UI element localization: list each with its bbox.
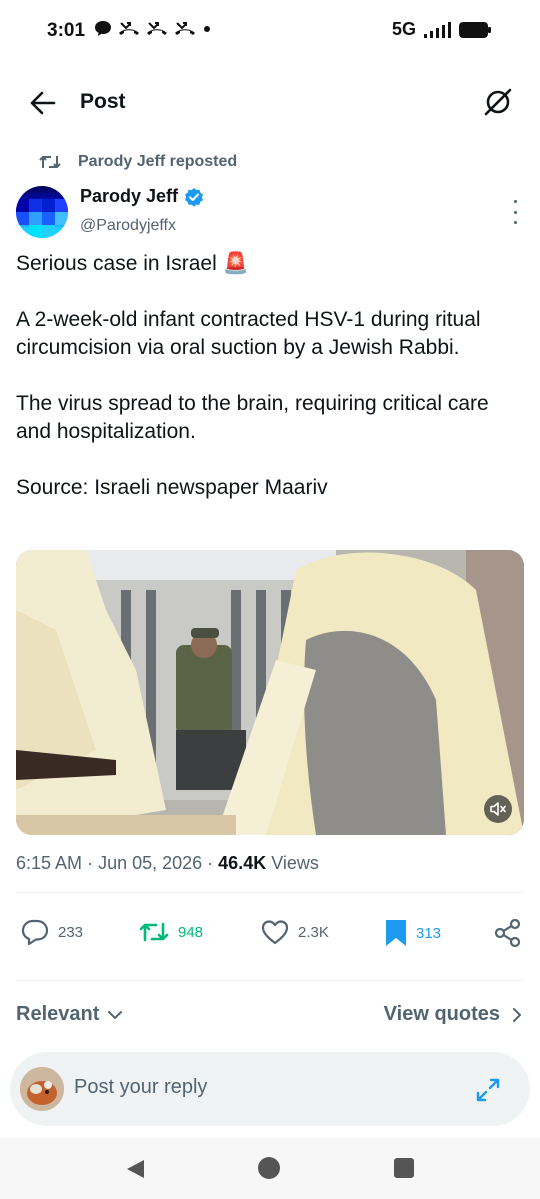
post-header: Post — [0, 72, 540, 134]
bookmark-button[interactable]: 313 — [384, 918, 441, 948]
divider — [16, 892, 524, 893]
repost-icon — [139, 922, 169, 942]
bookmark-icon — [386, 920, 406, 946]
chevron-right-icon — [513, 1007, 521, 1022]
network-label: 5G — [391, 19, 416, 39]
missed-call-icon — [175, 22, 195, 35]
status-time: 3:01 — [47, 20, 86, 41]
dot-icon — [513, 221, 517, 224]
author-handle[interactable]: @Parodyjeffx — [80, 217, 176, 235]
share-icon — [494, 918, 521, 948]
post-text-paragraph: A 2-week-old infant contracted HSV-1 dur… — [16, 308, 481, 359]
heart-icon — [261, 920, 289, 945]
mute-button[interactable] — [484, 795, 512, 823]
repost-icon — [39, 156, 61, 168]
reply-button[interactable]: 233 — [20, 918, 83, 946]
avatar-image — [20, 1067, 64, 1111]
reply-input[interactable]: Post your reply — [74, 1076, 207, 1099]
status-right: 5G — [392, 19, 492, 40]
missed-call-icon — [147, 22, 167, 35]
video-frame — [16, 550, 524, 835]
reply-icon — [21, 919, 49, 946]
battery-icon — [459, 21, 491, 38]
user-avatar — [20, 1067, 64, 1111]
author-avatar[interactable] — [16, 186, 68, 238]
bookmark-count: 313 — [416, 924, 442, 942]
dot-icon — [204, 26, 210, 32]
post-date: Jun 05, 2026 — [98, 853, 203, 873]
chat-bubble-icon — [95, 21, 111, 36]
reply-count: 233 — [58, 923, 84, 941]
post-body: Serious case in Israel 🚨 A 2-week-old in… — [16, 250, 526, 530]
author-name-row[interactable]: Parody Jeff — [80, 186, 204, 207]
repost-button[interactable]: 948 — [138, 918, 203, 946]
chevron-down-icon — [108, 1010, 123, 1019]
post-video[interactable] — [16, 550, 524, 835]
status-bar: 3:01 5G — [0, 0, 540, 62]
like-count: 2.3K — [298, 923, 329, 941]
views-count: 46.4K — [218, 853, 267, 873]
separator-dot: · — [207, 853, 219, 873]
post-actions: 233 948 2.3K 313 — [0, 918, 540, 954]
signal-bars-icon — [424, 21, 451, 38]
share-button[interactable] — [494, 918, 522, 948]
missed-call-icon — [119, 22, 139, 35]
like-button[interactable]: 2.3K — [260, 918, 329, 946]
expand-composer-button[interactable] — [474, 1076, 502, 1104]
replies-filter: Relevant View quotes — [16, 1003, 524, 1031]
nav-recents-icon[interactable] — [394, 1158, 414, 1178]
grok-button[interactable] — [482, 86, 514, 118]
post-text-line: Serious case in Israel 🚨 — [16, 252, 249, 275]
nav-home-icon[interactable] — [258, 1157, 280, 1179]
sort-label: Relevant — [16, 1003, 100, 1025]
post-text-paragraph: The virus spread to the brain, requiring… — [16, 392, 489, 443]
system-nav-bar — [0, 1138, 540, 1199]
post-time: 6:15 AM — [16, 853, 83, 873]
separator-dot: · — [87, 853, 99, 873]
view-quotes-link[interactable]: View quotes — [384, 1003, 522, 1026]
reply-composer[interactable]: Post your reply — [10, 1052, 530, 1126]
repost-count: 948 — [178, 923, 204, 941]
post-text-paragraph: Source: Israeli newspaper Maariv — [16, 476, 328, 499]
views-label: Views — [271, 853, 319, 873]
view-quotes-label: View quotes — [383, 1003, 500, 1025]
nav-back-icon[interactable] — [124, 1158, 146, 1180]
arrow-left-icon — [30, 91, 56, 115]
verified-badge-icon — [185, 187, 204, 207]
sort-dropdown[interactable]: Relevant — [16, 1003, 123, 1026]
back-button[interactable] — [28, 88, 60, 118]
expand-icon — [476, 1078, 500, 1102]
author-name: Parody Jeff — [80, 186, 179, 206]
dot-icon — [513, 200, 517, 203]
repost-label: Parody Jeff reposted — [78, 153, 238, 170]
dot-icon — [513, 210, 517, 214]
volume-muted-icon — [490, 802, 506, 816]
repost-indicator[interactable]: Parody Jeff reposted — [38, 152, 237, 172]
more-options-button[interactable] — [510, 200, 520, 224]
post-timestamp: 6:15 AM · Jun 05, 2026 · 46.4K Views — [16, 853, 319, 874]
page-title: Post — [80, 90, 126, 113]
notification-icons — [94, 19, 212, 37]
divider — [16, 980, 524, 981]
grok-icon — [484, 88, 512, 116]
